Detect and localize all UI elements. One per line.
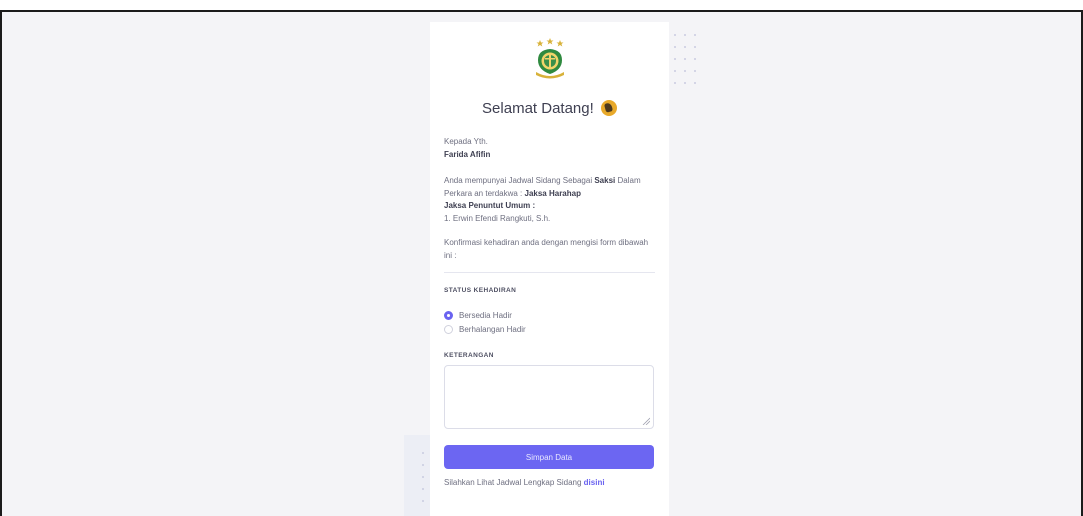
prosecutor-name: 1. Erwin Efendi Rangkuti, S.h. — [444, 213, 551, 223]
schedule-footer: Silahkan Lihat Jadwal Lengkap Sidang dis… — [444, 478, 605, 487]
notes-textarea[interactable] — [444, 365, 654, 429]
attendance-label: STATUS KEHADIRAN — [444, 287, 517, 294]
confirm-instruction: Konfirmasi kehadiran anda dengan mengisi… — [444, 238, 649, 260]
radio-berhalangan-hadir[interactable]: Berhalangan Hadir — [444, 322, 655, 336]
summons-message: Anda mempunyai Jadwal Sidang Sebagai Sak… — [444, 176, 641, 223]
notes-label: KETERANGAN — [444, 352, 494, 359]
schedule-link[interactable]: disini — [584, 478, 605, 487]
resize-grip-icon[interactable] — [642, 417, 650, 425]
kejaksaan-logo-icon — [535, 38, 564, 79]
defendant-name: Jaksa Harahap — [524, 188, 581, 198]
attendance-radio-group: Bersedia Hadir Berhalangan Hadir — [444, 308, 655, 336]
invitation-card: Selamat Datang! Kepada Yth. Farida Afifi… — [430, 22, 669, 516]
welcome-title: Selamat Datang! — [482, 100, 594, 117]
waving-hand-icon — [600, 100, 617, 116]
role: Saksi — [594, 176, 616, 185]
recipient-name: Farida Afifin — [444, 149, 491, 159]
page-frame: Selamat Datang! Kepada Yth. Farida Afifi… — [0, 10, 1083, 516]
recipient-block: Kepada Yth. Farida Afifin — [444, 136, 655, 161]
radio-checked-icon[interactable] — [444, 310, 453, 320]
welcome-heading: Selamat Datang! — [444, 100, 655, 120]
divider — [444, 272, 655, 273]
salutation: Kepada Yth. — [444, 137, 488, 146]
radio-bersedia-hadir[interactable]: Bersedia Hadir — [444, 308, 655, 322]
prosecutor-label: Jaksa Penuntut Umum : — [444, 201, 536, 210]
radio-unchecked-icon[interactable] — [444, 324, 453, 334]
save-button[interactable]: Simpan Data — [444, 445, 654, 469]
